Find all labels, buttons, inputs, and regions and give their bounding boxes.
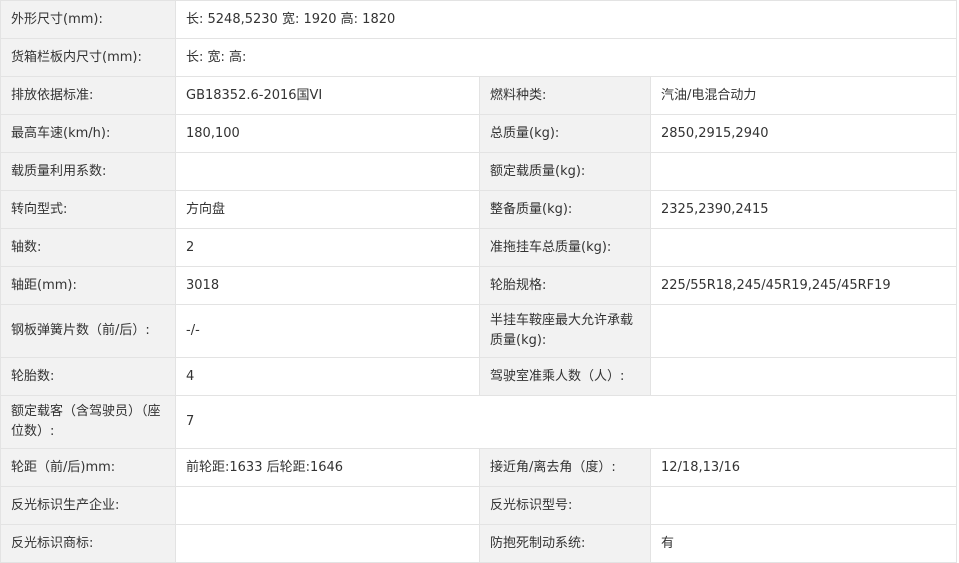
spec-label-cell: 反光标识商标: xyxy=(0,524,176,563)
spec-label-cell: 半挂车鞍座最大允许承载质量(kg): xyxy=(479,304,651,358)
spec-value-cell: 长: 宽: 高: xyxy=(174,38,958,77)
spec-label-cell: 燃料种类: xyxy=(479,76,651,115)
spec-value-cell xyxy=(649,357,958,396)
spec-value-cell: 有 xyxy=(649,524,958,563)
spec-row: 轴距(mm): 3018 轮胎规格: 225/55R18,245/45R19,245/… xyxy=(0,266,958,305)
spec-value-cell: 长: 5248,5230 宽: 1920 高: 1820 xyxy=(174,0,958,39)
spec-label-cell: 驾驶室准乘人数（人）: xyxy=(479,357,651,396)
spec-label-cell: 接近角/离去角（度）: xyxy=(479,448,651,487)
spec-value-cell: 2 xyxy=(175,228,480,267)
spec-row: 轮胎数: 4 驾驶室准乘人数（人）: xyxy=(0,357,958,396)
spec-value-cell: 2850,2915,2940 xyxy=(649,114,958,153)
spec-value-cell: 前轮距:1633 后轮距:1646 xyxy=(175,448,480,487)
spec-label-cell: 反光标识生产企业: xyxy=(0,486,176,525)
spec-label-cell: 钢板弹簧片数（前/后）: xyxy=(0,304,176,358)
spec-label-cell: 轴距(mm): xyxy=(0,266,176,305)
spec-value-cell xyxy=(649,486,958,525)
spec-label-cell: 转向型式: xyxy=(0,190,176,229)
spec-label-cell: 轮胎数: xyxy=(0,357,176,396)
spec-value-cell: GB18352.6-2016国VI xyxy=(175,76,480,115)
spec-label-cell: 排放依据标准: xyxy=(0,76,176,115)
spec-value-cell: 3018 xyxy=(175,266,480,305)
spec-label-cell: 准拖挂车总质量(kg): xyxy=(479,228,651,267)
spec-row: 额定载客（含驾驶员）（座位数）: 7 xyxy=(0,395,958,449)
spec-row: 反光标识生产企业: 反光标识型号: xyxy=(0,486,958,525)
spec-value-cell: 方向盘 xyxy=(175,190,480,229)
spec-value-cell xyxy=(649,152,958,191)
spec-label-cell: 轮距（前/后)mm: xyxy=(0,448,176,487)
spec-value-cell: 2325,2390,2415 xyxy=(649,190,958,229)
spec-value-cell: 7 xyxy=(174,395,958,449)
spec-value-cell xyxy=(649,304,958,358)
spec-label-cell: 外形尺寸(mm): xyxy=(0,0,176,39)
spec-row: 钢板弹簧片数（前/后）: -/- 半挂车鞍座最大允许承载质量(kg): xyxy=(0,304,958,358)
spec-row: 转向型式: 方向盘 整备质量(kg): 2325,2390,2415 xyxy=(0,190,958,229)
spec-row: 反光标识商标: 防抱死制动系统: 有 xyxy=(0,524,958,563)
vehicle-spec-table: 外形尺寸(mm): 长: 5248,5230 宽: 1920 高: 1820 货箱栏… xyxy=(0,0,958,563)
spec-label-cell: 轮胎规格: xyxy=(479,266,651,305)
spec-value-cell xyxy=(649,228,958,267)
spec-value-cell: 汽油/电混合动力 xyxy=(649,76,958,115)
spec-table-body: 外形尺寸(mm): 长: 5248,5230 宽: 1920 高: 1820 货箱栏… xyxy=(0,0,958,563)
spec-row: 最高车速(km/h): 180,100 总质量(kg): 2850,2915,2940 xyxy=(0,114,958,153)
spec-label-cell: 总质量(kg): xyxy=(479,114,651,153)
spec-label-cell: 轴数: xyxy=(0,228,176,267)
spec-value-cell: 180,100 xyxy=(175,114,480,153)
spec-label-cell: 货箱栏板内尺寸(mm): xyxy=(0,38,176,77)
spec-value-cell xyxy=(175,524,480,563)
spec-label-cell: 整备质量(kg): xyxy=(479,190,651,229)
spec-label-cell: 防抱死制动系统: xyxy=(479,524,651,563)
spec-value-cell xyxy=(175,486,480,525)
spec-value-cell: -/- xyxy=(175,304,480,358)
spec-row: 轮距（前/后)mm: 前轮距:1633 后轮距:1646 接近角/离去角（度）: 12… xyxy=(0,448,958,487)
spec-row: 载质量利用系数: 额定载质量(kg): xyxy=(0,152,958,191)
spec-row: 排放依据标准: GB18352.6-2016国VI 燃料种类: 汽油/电混合动力 xyxy=(0,76,958,115)
spec-value-cell: 225/55R18,245/45R19,245/45RF19 xyxy=(649,266,958,305)
spec-label-cell: 额定载客（含驾驶员）（座位数）: xyxy=(0,395,176,449)
spec-value-cell: 12/18,13/16 xyxy=(649,448,958,487)
spec-row: 货箱栏板内尺寸(mm): 长: 宽: 高: xyxy=(0,38,958,77)
spec-label-cell: 载质量利用系数: xyxy=(0,152,176,191)
spec-label-cell: 最高车速(km/h): xyxy=(0,114,176,153)
spec-value-cell xyxy=(175,152,480,191)
spec-value-cell: 4 xyxy=(175,357,480,396)
spec-label-cell: 反光标识型号: xyxy=(479,486,651,525)
spec-row: 轴数: 2 准拖挂车总质量(kg): xyxy=(0,228,958,267)
spec-row: 外形尺寸(mm): 长: 5248,5230 宽: 1920 高: 1820 xyxy=(0,0,958,39)
spec-label-cell: 额定载质量(kg): xyxy=(479,152,651,191)
